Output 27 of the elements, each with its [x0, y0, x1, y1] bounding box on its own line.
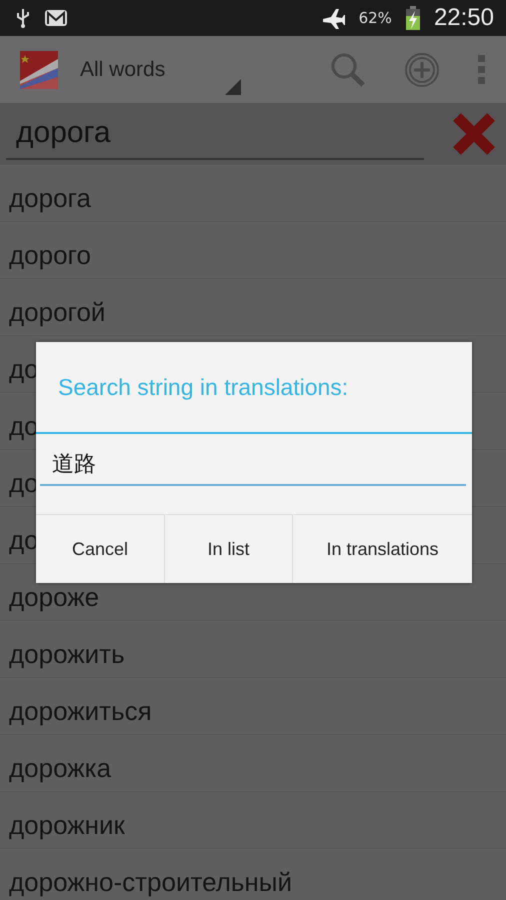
word-item[interactable]: дорожка: [9, 755, 112, 781]
word-item[interactable]: дорого: [9, 242, 91, 268]
word-item[interactable]: дорожиться: [9, 698, 152, 724]
mail-icon: [44, 9, 68, 27]
dialog-title: Search string in translations:: [36, 342, 472, 434]
battery-charging-icon: [406, 6, 420, 30]
word-item[interactable]: дороже: [9, 584, 100, 610]
clear-icon[interactable]: [452, 112, 496, 156]
add-icon[interactable]: [404, 52, 440, 88]
flag-icon[interactable]: [20, 50, 58, 88]
word-item[interactable]: дорожно-строительный: [9, 869, 292, 895]
word-item[interactable]: дорожник: [9, 812, 125, 838]
dialog-button[interactable]: In list: [165, 515, 293, 583]
filter-dropdown[interactable]: All words: [80, 58, 225, 82]
word-item[interactable]: дорожить: [9, 641, 125, 667]
battery-percent: 62%: [358, 9, 392, 27]
search-icon[interactable]: [330, 52, 366, 88]
word-item[interactable]: дорога: [9, 185, 91, 211]
usb-icon: [16, 8, 30, 28]
airplane-icon: [320, 7, 345, 29]
overflow-menu-icon[interactable]: [478, 54, 486, 84]
dialog-button[interactable]: Cancel: [36, 515, 165, 583]
dialog-button[interactable]: In translations: [293, 515, 472, 583]
word-item[interactable]: дорогой: [9, 299, 106, 325]
clock-time: 22:50: [434, 4, 494, 32]
translation-input-field[interactable]: 道路: [40, 444, 466, 486]
dropdown-triangle-icon[interactable]: [225, 79, 241, 95]
